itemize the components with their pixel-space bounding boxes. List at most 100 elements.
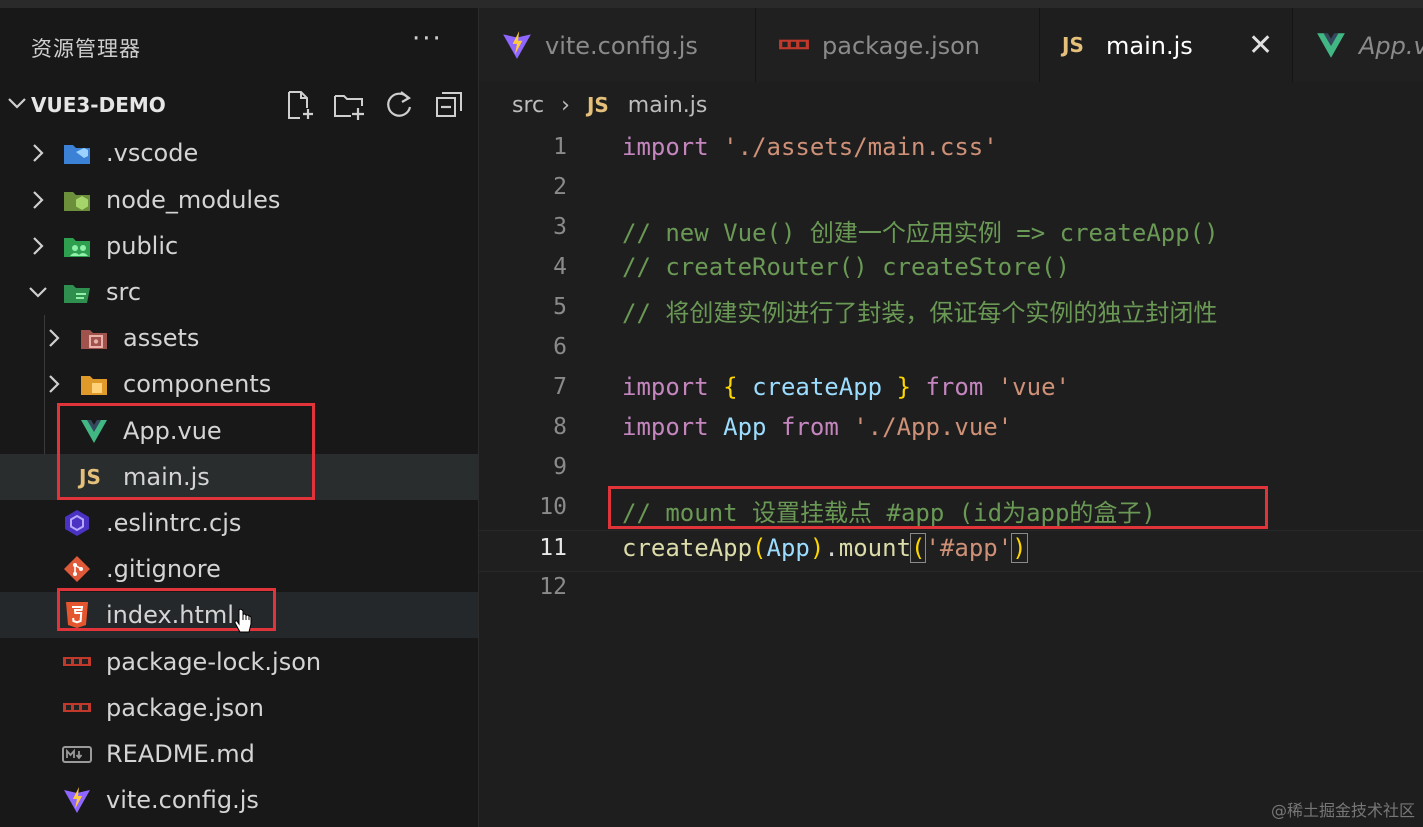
code-text: createApp(App).mount('#app') (622, 533, 1028, 563)
code-comment: // 将创建实例进行了封装，保证每个实例的独立封闭性 (622, 299, 1218, 327)
tab-label: vite.config.js (545, 32, 698, 60)
code-line[interactable]: 7 import { createApp } from 'vue' (479, 370, 1423, 410)
sidebar-top-strip (0, 0, 478, 8)
tree-item-public[interactable]: public (0, 223, 478, 269)
line-number: 12 (539, 574, 567, 600)
code-line[interactable]: 5 // 将创建实例进行了封装，保证每个实例的独立封闭性 (479, 290, 1423, 330)
tree-item-label: App.vue (123, 417, 222, 445)
code-line-current[interactable]: 11 createApp(App).mount('#app') (479, 530, 1423, 572)
code-editor[interactable]: 1 import './assets/main.css' 2 3 // new … (479, 130, 1423, 827)
tabbar-top-strip (479, 0, 1423, 8)
new-folder-icon[interactable] (332, 88, 366, 122)
refresh-icon[interactable] (382, 88, 416, 122)
code-line[interactable]: 8 import App from './App.vue' (479, 410, 1423, 450)
tree-item-assets[interactable]: assets (0, 315, 478, 361)
code-line[interactable]: 4 // createRouter() createStore() (479, 250, 1423, 290)
chevron-right-icon (49, 329, 60, 347)
line-number: 3 (553, 214, 567, 240)
project-name: VUE3-DEMO (31, 93, 166, 117)
code-comment: // createRouter() createStore() (622, 253, 1070, 281)
explorer-title: 资源管理器 (31, 37, 141, 61)
breadcrumb: src › JS main.js (512, 92, 707, 122)
chevron-right-icon (33, 237, 44, 255)
code-line[interactable]: 10 // mount 设置挂载点 #app (id为app的盒子) (479, 490, 1423, 530)
tree-item-label: .eslintrc.cjs (106, 509, 242, 537)
code-line[interactable]: 12 (479, 570, 1423, 610)
line-number: 11 (539, 535, 567, 561)
tree-item-label: src (106, 278, 142, 306)
tree-item-label: components (123, 370, 272, 398)
vue-icon (79, 416, 109, 446)
npm-icon (778, 29, 810, 61)
chevron-right-icon (33, 144, 44, 162)
src-folder-icon (62, 277, 92, 307)
tree-item-gitignore[interactable]: .gitignore (0, 546, 478, 592)
code-line[interactable]: 9 (479, 450, 1423, 490)
line-number: 2 (553, 174, 567, 200)
tree-item-node-modules[interactable]: node_modules (0, 177, 478, 223)
vite-icon (501, 29, 533, 61)
tree-item-vite-config[interactable]: vite.config.js (0, 777, 478, 823)
line-number: 10 (539, 494, 567, 520)
tab-main-js[interactable]: JS main.js ✕ (1040, 8, 1293, 82)
tree-item-vscode[interactable]: .vscode (0, 130, 478, 176)
watermark: @稀土掘金技术社区 (1270, 801, 1415, 820)
js-icon: JS (79, 465, 101, 489)
npm-icon (62, 693, 92, 723)
eslint-icon (62, 508, 92, 538)
git-icon (62, 554, 92, 584)
tab-label: main.js (1106, 32, 1193, 60)
chevron-down-icon[interactable] (4, 90, 30, 116)
npm-icon (62, 647, 92, 677)
tree-item-label: .gitignore (106, 555, 221, 583)
tree-item-label: public (106, 232, 179, 260)
tree-item-label: index.html (106, 601, 234, 629)
tree-item-package-json[interactable]: package.json (0, 685, 478, 731)
more-actions-icon[interactable]: ··· (412, 24, 443, 54)
components-folder-icon (79, 369, 109, 399)
code-line[interactable]: 1 import './assets/main.css' (479, 130, 1423, 170)
tree-item-label: package.json (106, 694, 265, 722)
tab-vite-config[interactable]: vite.config.js (479, 8, 756, 82)
html-icon (62, 600, 92, 630)
code-text: import { createApp } from 'vue' (622, 373, 1070, 401)
tree-item-app-vue[interactable]: App.vue (0, 408, 478, 454)
code-line[interactable]: 2 (479, 170, 1423, 210)
assets-folder-icon (79, 323, 109, 353)
tree-item-label: vite.config.js (106, 786, 259, 814)
line-number: 4 (553, 254, 567, 280)
js-icon: JS (586, 93, 609, 117)
tree-item-main-js[interactable]: JS main.js (0, 454, 478, 500)
project-header[interactable]: VUE3-DEMO (0, 84, 478, 126)
breadcrumb-file[interactable]: main.js (628, 93, 708, 118)
tree-item-label: package-lock.json (106, 648, 322, 676)
chevron-right-icon (49, 375, 60, 393)
new-file-icon[interactable] (282, 88, 316, 122)
tree-item-components[interactable]: components (0, 361, 478, 407)
tree-item-readme[interactable]: README.md (0, 731, 478, 777)
js-icon: JS (1062, 33, 1084, 57)
public-folder-icon (62, 231, 92, 261)
line-number: 6 (553, 334, 567, 360)
breadcrumb-folder[interactable]: src (512, 93, 544, 118)
explorer-sidebar: 资源管理器 ··· VUE3-DEMO .vscode node_modules… (0, 0, 479, 827)
chevron-down-icon (29, 287, 47, 298)
tab-app-vue[interactable]: App.v (1293, 8, 1423, 82)
collapse-all-icon[interactable] (432, 88, 466, 122)
tree-item-src[interactable]: src (0, 269, 478, 315)
line-number: 7 (553, 374, 567, 400)
tree-item-eslintrc[interactable]: .eslintrc.cjs (0, 500, 478, 546)
line-number: 9 (553, 454, 567, 480)
code-line[interactable]: 3 // new Vue() 创建一个应用实例 => createApp() (479, 210, 1423, 250)
close-icon[interactable]: ✕ (1248, 28, 1273, 63)
code-text: import App from './App.vue' (622, 413, 1013, 441)
tab-package-json[interactable]: package.json (756, 8, 1040, 82)
tree-item-label: README.md (106, 740, 255, 768)
tree-item-label: .vscode (106, 139, 199, 167)
vscode-folder-icon (62, 138, 92, 168)
tab-label: App.v (1359, 32, 1423, 60)
code-comment: // mount 设置挂载点 #app (id为app的盒子) (622, 499, 1156, 527)
node-folder-icon (62, 185, 92, 215)
code-line[interactable]: 6 (479, 330, 1423, 370)
tree-item-package-lock[interactable]: package-lock.json (0, 639, 478, 685)
